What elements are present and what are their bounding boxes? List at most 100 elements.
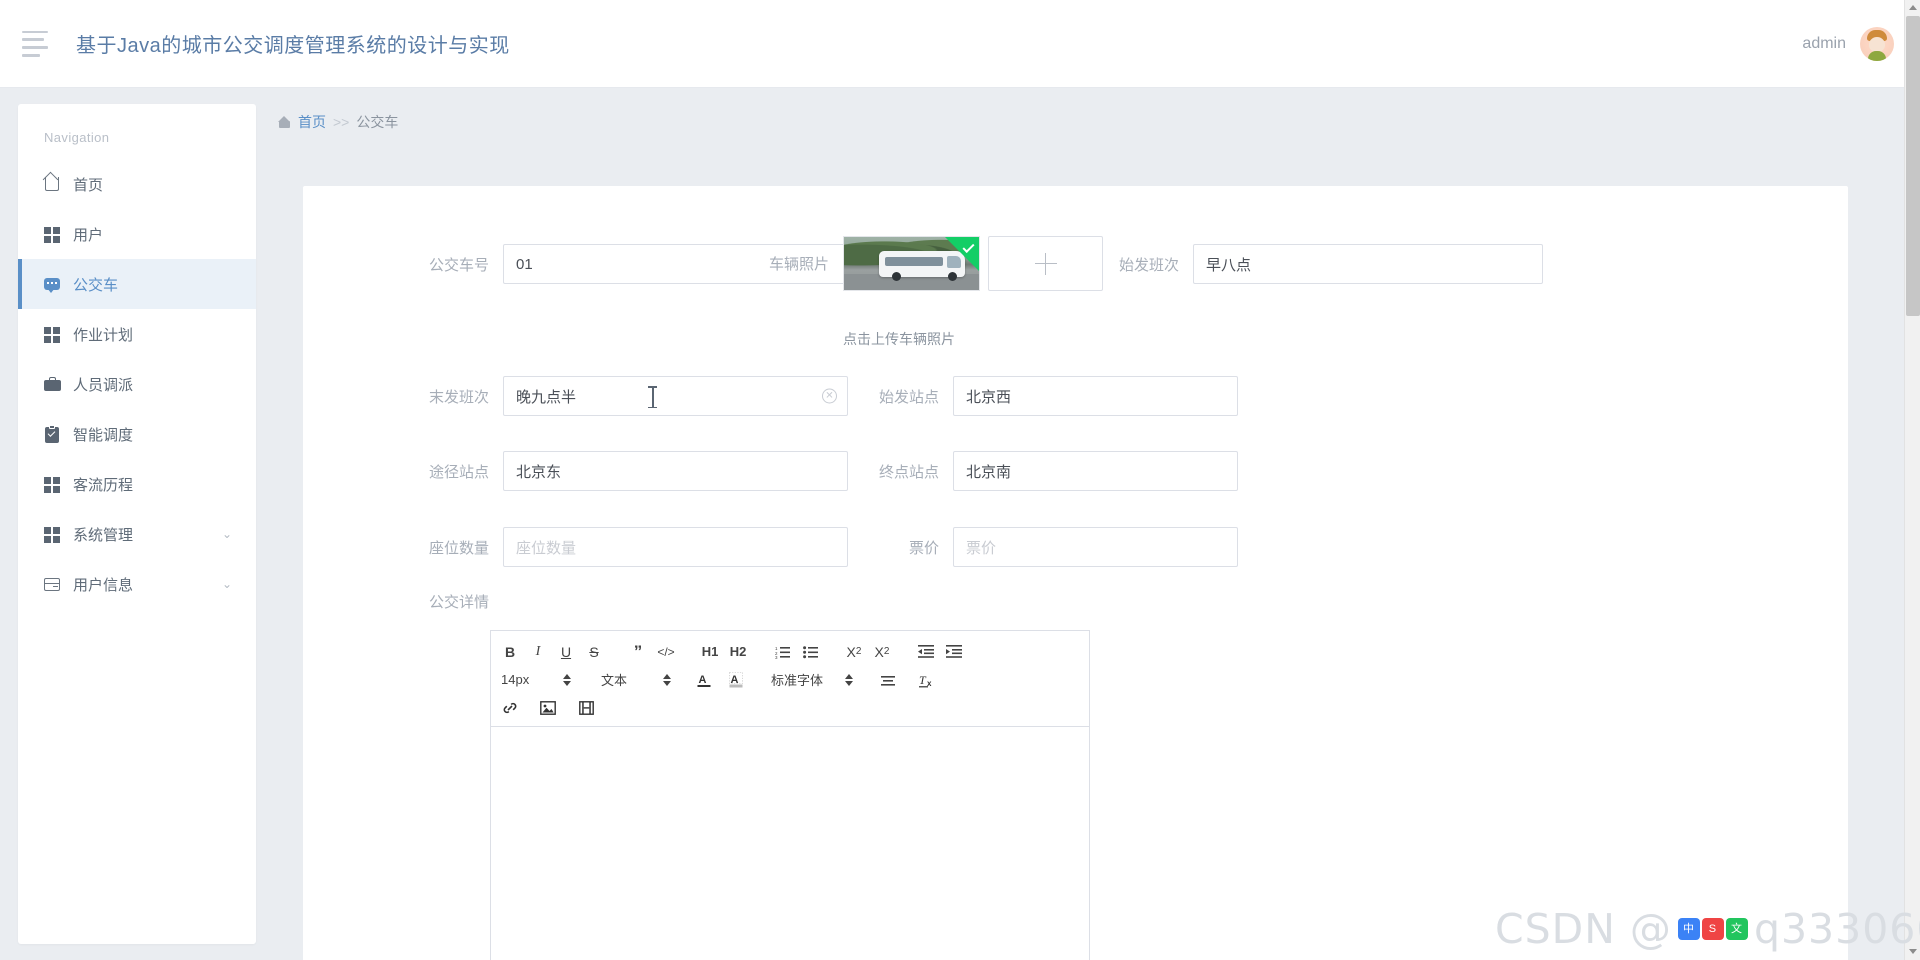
clipboard-check-icon	[44, 424, 61, 443]
chevron-updown-icon	[663, 673, 671, 686]
italic-icon[interactable]: I	[525, 640, 551, 663]
link-icon[interactable]	[497, 696, 523, 719]
highlighter-icon[interactable]: A	[723, 668, 749, 691]
top-bar-right: admin	[1802, 26, 1894, 61]
field-label: 途径站点	[428, 463, 489, 481]
via-station-input[interactable]: 北京东	[503, 451, 848, 491]
strikethrough-icon[interactable]: S	[581, 640, 607, 663]
sidebar-item-users[interactable]: 用户	[18, 209, 256, 259]
scrollbar-thumb[interactable]	[1906, 16, 1920, 316]
video-icon[interactable]	[573, 696, 599, 719]
sidebar-item-label: 人员调派	[73, 376, 134, 394]
font-size-select[interactable]: 14px	[497, 668, 575, 691]
svg-text:A: A	[730, 674, 738, 686]
bus-photo-thumbnail[interactable]	[843, 236, 980, 291]
text-style-value: 文本	[601, 673, 628, 688]
clear-format-icon[interactable]: Tx	[915, 668, 941, 691]
breadcrumb-separator: >>	[333, 114, 350, 130]
sidebar-item-label: 客流历程	[73, 476, 134, 494]
sidebar-item-work-plan[interactable]: 作业计划	[18, 309, 256, 359]
page-scrollbar[interactable]	[1904, 0, 1920, 960]
breadcrumb-current: 公交车	[356, 114, 399, 130]
window-icon	[44, 576, 61, 593]
image-icon[interactable]	[535, 696, 561, 719]
sidebar-item-smart-dispatch[interactable]: 智能调度	[18, 409, 256, 459]
avatar[interactable]	[1860, 26, 1894, 61]
app-root: 基于Java的城市公交调度管理系统的设计与实现 admin Navigation…	[0, 0, 1920, 960]
chevron-updown-icon	[845, 673, 853, 686]
sidebar-item-user-info[interactable]: 用户信息 ⌄	[18, 559, 256, 609]
editor-toolbar-row-3	[497, 695, 1083, 720]
blockquote-icon[interactable]: ”	[625, 640, 651, 663]
top-bar: 基于Java的城市公交调度管理系统的设计与实现 admin	[0, 0, 1920, 88]
clear-icon[interactable]: ✕	[822, 388, 837, 404]
editor-toolbar-row-2: 14px 文本 A A 标准字体 T x	[497, 667, 1083, 692]
bold-icon[interactable]: B	[497, 640, 523, 663]
hamburger-icon[interactable]	[22, 30, 52, 57]
field-label: 公交车号	[428, 256, 489, 274]
field-label: 车辆照片	[768, 256, 829, 273]
field-detail-label-wrap: 公交详情	[413, 591, 503, 612]
font-family-value: 标准字体	[771, 673, 824, 688]
sidebar-item-label: 用户信息	[73, 576, 134, 594]
chevron-down-icon[interactable]: ⌄	[222, 527, 232, 541]
scroll-down-button[interactable]	[1905, 944, 1920, 960]
sidebar: Navigation 首页 用户 公交车 作业计划 人员调派 智能调度 客流历程…	[18, 104, 256, 944]
editor-content-area[interactable]	[490, 726, 1090, 960]
chevron-down-icon[interactable]: ⌄	[222, 577, 232, 591]
field-first-departure: 始发班次 早八点	[1103, 244, 1543, 284]
outdent-icon[interactable]	[913, 640, 939, 663]
first-departure-input[interactable]: 早八点	[1193, 244, 1543, 284]
sidebar-item-staff-dispatch[interactable]: 人员调派	[18, 359, 256, 409]
last-departure-input[interactable]: 晚九点半 ✕	[503, 376, 848, 416]
home-icon	[42, 171, 61, 193]
subscript-icon[interactable]: X2	[841, 640, 867, 663]
grid-icon	[44, 526, 61, 543]
superscript-icon[interactable]: X2	[869, 640, 895, 663]
field-vehicle-photo: 车辆照片 点击上传车辆照片	[753, 236, 1103, 349]
code-icon[interactable]: </>	[653, 640, 679, 663]
ticket-price-input[interactable]: 票价	[953, 527, 1238, 567]
page-title: 基于Java的城市公交调度管理系统的设计与实现	[76, 35, 510, 57]
font-family-select[interactable]: 标准字体	[767, 668, 857, 691]
end-station-input[interactable]: 北京南	[953, 451, 1238, 491]
sidebar-item-system-management[interactable]: 系统管理 ⌄	[18, 509, 256, 559]
field-seat-count: 座位数量 座位数量	[413, 527, 848, 567]
grid-icon	[44, 226, 61, 243]
grid-icon	[44, 326, 61, 343]
heading-2-icon[interactable]: H2	[725, 640, 751, 663]
grid-icon	[44, 476, 61, 493]
sidebar-heading: Navigation	[44, 130, 110, 145]
scroll-up-button[interactable]	[1905, 0, 1920, 16]
field-label: 末发班次	[428, 388, 489, 406]
field-ticket-price: 票价 票价	[863, 527, 1238, 567]
home-icon	[278, 116, 291, 128]
indent-icon[interactable]	[941, 640, 967, 663]
breadcrumb-home-link[interactable]: 首页	[298, 112, 326, 132]
sidebar-item-label: 智能调度	[73, 426, 134, 444]
sidebar-item-label: 公交车	[73, 276, 119, 294]
chevron-updown-icon	[563, 673, 571, 686]
field-label: 票价	[908, 539, 939, 557]
text-color-icon[interactable]: A	[691, 668, 717, 691]
sidebar-item-passenger-flow[interactable]: 客流历程	[18, 459, 256, 509]
text-style-select[interactable]: 文本	[597, 668, 675, 691]
heading-1-icon[interactable]: H1	[697, 640, 723, 663]
start-station-input[interactable]: 北京西	[953, 376, 1238, 416]
editor-toolbar: B I U S ” </> H1 H2 123 X2 X2 14px 文本 A …	[490, 630, 1090, 726]
unordered-list-icon[interactable]	[797, 640, 823, 663]
rich-text-editor: B I U S ” </> H1 H2 123 X2 X2 14px 文本 A …	[490, 630, 1090, 960]
add-photo-button[interactable]	[988, 236, 1103, 291]
align-icon[interactable]	[875, 668, 901, 691]
field-label: 始发班次	[1118, 256, 1179, 274]
seat-count-input[interactable]: 座位数量	[503, 527, 848, 567]
plus-icon	[1034, 252, 1057, 275]
underline-icon[interactable]: U	[553, 640, 579, 663]
sidebar-item-label: 系统管理	[73, 526, 134, 544]
sidebar-item-bus[interactable]: 公交车	[18, 259, 256, 309]
sidebar-item-home[interactable]: 首页	[18, 159, 256, 209]
sidebar-item-label: 用户	[73, 226, 104, 244]
ordered-list-icon[interactable]: 123	[769, 640, 795, 663]
field-label: 座位数量	[428, 539, 489, 557]
sidebar-item-label: 首页	[73, 176, 104, 194]
